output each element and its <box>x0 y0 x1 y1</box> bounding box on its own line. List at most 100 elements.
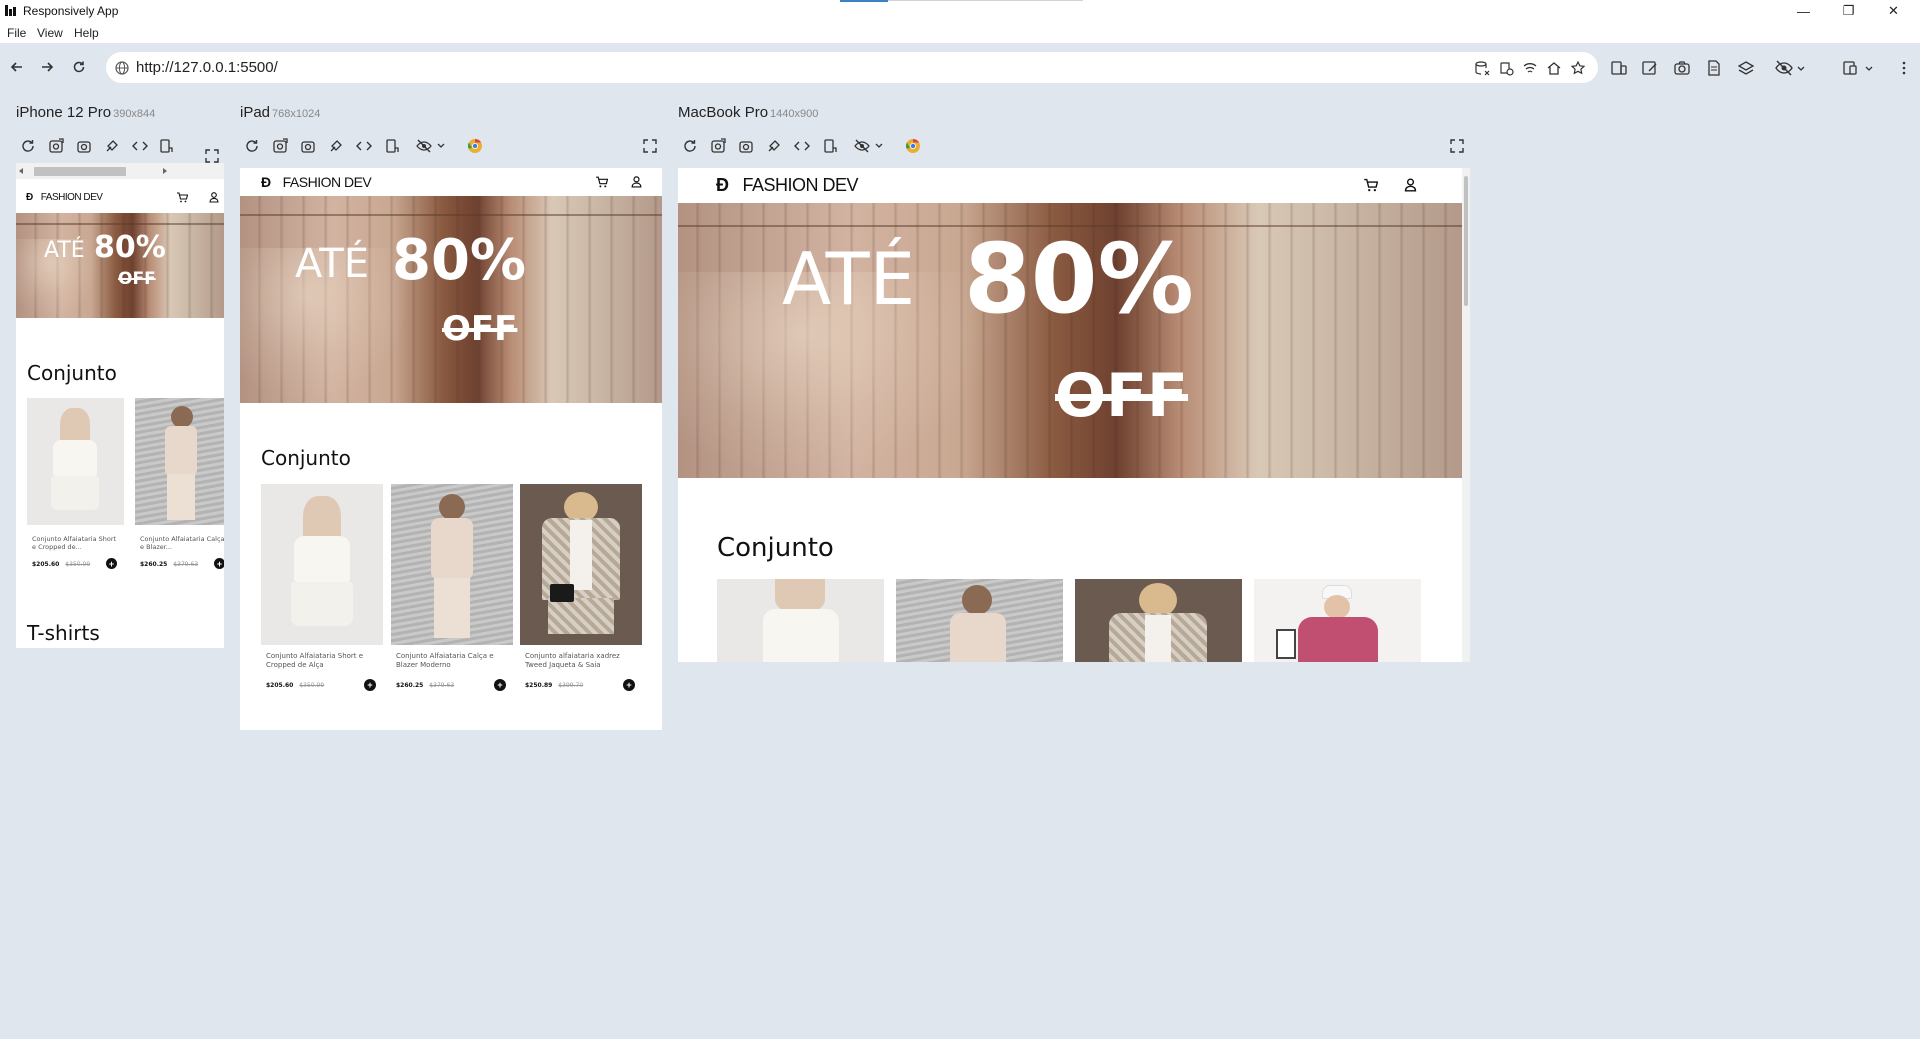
product-image[interactable] <box>1075 579 1242 662</box>
user-icon[interactable] <box>1403 177 1418 192</box>
inspect-icon[interactable] <box>104 138 120 154</box>
vertical-scrollbar[interactable] <box>1462 168 1470 662</box>
user-icon[interactable] <box>630 175 643 188</box>
minimize-button[interactable]: — <box>1781 0 1826 22</box>
cart-icon[interactable] <box>1363 177 1378 192</box>
chevron-down-icon[interactable] <box>1796 59 1806 77</box>
reload-icon[interactable] <box>682 138 698 154</box>
cart-icon[interactable] <box>176 191 188 203</box>
chevron-down-icon[interactable] <box>1864 59 1874 77</box>
back-button[interactable] <box>7 57 27 77</box>
fullscreen-icon[interactable] <box>1449 138 1465 154</box>
url-text[interactable]: http://127.0.0.1:5500/ <box>136 59 278 76</box>
menu-view[interactable]: View <box>37 26 63 40</box>
brand-logo[interactable]: Ɖ FASHION DEV <box>261 174 372 190</box>
inspect-icon[interactable] <box>328 138 344 154</box>
hero-line2: 80% <box>964 223 1194 335</box>
screenshot-full-icon[interactable] <box>48 138 64 154</box>
more-menu-icon[interactable] <box>1900 59 1908 77</box>
product-image[interactable] <box>1254 579 1421 662</box>
product-image[interactable] <box>27 398 124 525</box>
fullscreen-icon[interactable] <box>204 148 220 164</box>
product-card[interactable]: Conjunto Alfaiataria Calça e Blazer Mode… <box>391 484 513 699</box>
device-preview-icon[interactable] <box>1610 59 1628 77</box>
screenshot-full-icon[interactable] <box>272 138 288 154</box>
clear-cache-icon[interactable] <box>1498 60 1514 76</box>
code-icon[interactable] <box>356 138 372 154</box>
camera-icon[interactable] <box>76 138 92 154</box>
cart-icon[interactable] <box>595 175 608 188</box>
camera-icon[interactable] <box>738 138 754 154</box>
product-image[interactable] <box>520 484 642 645</box>
product-card[interactable] <box>1254 579 1421 662</box>
reload-icon[interactable] <box>20 138 36 154</box>
chrome-icon[interactable] <box>467 138 483 154</box>
chrome-icon[interactable] <box>905 138 921 154</box>
product-image[interactable] <box>261 484 383 645</box>
brand-logo[interactable]: Ɖ FASHION DEV <box>26 192 103 203</box>
scrollbar-thumb[interactable] <box>1464 176 1468 306</box>
product-card[interactable] <box>717 579 884 662</box>
product-image[interactable] <box>717 579 884 662</box>
bookmark-star-icon[interactable] <box>1570 60 1586 76</box>
code-icon[interactable] <box>794 138 810 154</box>
product-card[interactable]: Conjunto alfaiataria xadrez Tweed Jaquet… <box>520 484 642 699</box>
iphone-viewport[interactable]: Ɖ FASHION DEV ATÉ 80% OFF Conjunto Conju… <box>16 163 224 648</box>
product-image[interactable] <box>135 398 224 525</box>
address-bar[interactable]: http://127.0.0.1:5500/ <box>106 52 1598 83</box>
scroll-right-icon[interactable] <box>163 168 167 174</box>
product-image[interactable] <box>896 579 1063 662</box>
reload-button[interactable] <box>69 57 89 77</box>
hide-eye-icon[interactable] <box>854 138 870 154</box>
hide-eye-icon[interactable] <box>416 138 432 154</box>
scrollbar-thumb[interactable] <box>34 167 126 176</box>
hero-line3: OFF <box>118 269 156 289</box>
screenshot-full-icon[interactable] <box>710 138 726 154</box>
macbook-viewport[interactable]: Ɖ FASHION DEV ATÉ 80% OFF Conjunto <box>678 168 1470 662</box>
clear-storage-icon[interactable] <box>1474 60 1490 76</box>
forward-button[interactable] <box>37 57 57 77</box>
maximize-button[interactable]: ❐ <box>1826 0 1871 22</box>
inspect-icon[interactable] <box>766 138 782 154</box>
rotate-icon[interactable] <box>158 138 174 154</box>
user-icon[interactable] <box>208 191 220 203</box>
add-to-cart-button[interactable]: + <box>623 679 635 691</box>
arrow-right-icon <box>42 62 54 72</box>
add-to-cart-button[interactable]: + <box>214 558 224 569</box>
device-header-iphone: iPhone 12 Pro 390x844 <box>16 104 155 121</box>
product-name: Conjunto Alfaiataria Short e Cropped de.… <box>32 535 117 552</box>
product-card[interactable] <box>1075 579 1242 662</box>
document-icon[interactable] <box>1705 59 1723 77</box>
menu-help[interactable]: Help <box>74 26 99 40</box>
device-toolbar-ipad <box>244 138 664 158</box>
camera-icon[interactable] <box>300 138 316 154</box>
add-to-cart-button[interactable]: + <box>106 558 117 569</box>
hide-eye-icon[interactable] <box>1775 59 1793 77</box>
camera-icon[interactable] <box>1673 59 1691 77</box>
network-icon[interactable] <box>1522 60 1538 76</box>
product-image[interactable] <box>391 484 513 645</box>
horizontal-scrollbar[interactable] <box>16 163 224 179</box>
scroll-left-icon[interactable] <box>19 168 23 174</box>
layers-icon[interactable] <box>1737 59 1755 77</box>
menu-file[interactable]: File <box>7 26 26 40</box>
product-card[interactable]: Conjunto Alfaiataria Calça e Blazer... $… <box>135 398 224 578</box>
layout-icon[interactable] <box>1842 59 1860 77</box>
rotate-icon[interactable] <box>822 138 838 154</box>
add-to-cart-button[interactable]: + <box>364 679 376 691</box>
code-icon[interactable] <box>132 138 148 154</box>
chevron-down-icon[interactable] <box>874 138 884 154</box>
chevron-down-icon[interactable] <box>436 138 446 154</box>
edit-icon[interactable] <box>1641 59 1659 77</box>
home-icon[interactable] <box>1546 60 1562 76</box>
add-to-cart-button[interactable]: + <box>494 679 506 691</box>
close-button[interactable]: ✕ <box>1871 0 1916 22</box>
product-card[interactable]: Conjunto Alfaiataria Short e Cropped de … <box>261 484 383 699</box>
fullscreen-icon[interactable] <box>642 138 658 154</box>
reload-icon[interactable] <box>244 138 260 154</box>
ipad-viewport[interactable]: Ɖ FASHION DEV ATÉ 80% OFF Conjunto Conju… <box>240 168 662 730</box>
brand-logo[interactable]: Ɖ FASHION DEV <box>716 175 859 196</box>
product-card[interactable]: Conjunto Alfaiataria Short e Cropped de.… <box>27 398 124 578</box>
product-card[interactable] <box>896 579 1063 662</box>
rotate-icon[interactable] <box>384 138 400 154</box>
